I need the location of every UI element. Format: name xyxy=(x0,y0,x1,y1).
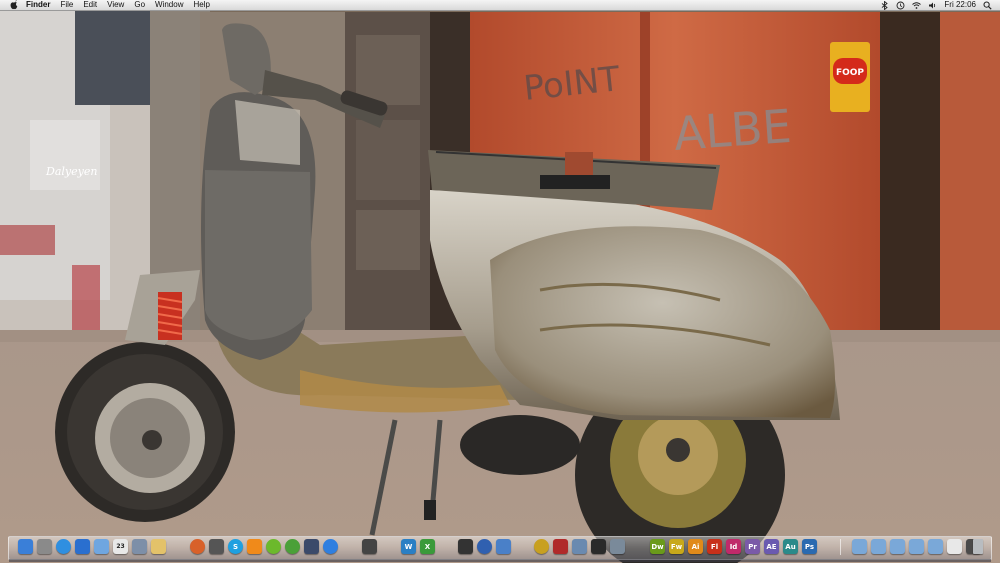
illustrator-icon[interactable]: Ai xyxy=(688,539,703,554)
folder-icon[interactable] xyxy=(909,539,924,554)
poster-text: FOOP xyxy=(836,68,864,78)
vlc-icon[interactable] xyxy=(247,539,262,554)
indesign-icon[interactable]: Id xyxy=(726,539,741,554)
calendar-icon[interactable]: 23 xyxy=(113,539,128,554)
word-icon[interactable]: W xyxy=(401,539,416,554)
premiere-icon[interactable]: Pr xyxy=(745,539,760,554)
excel-icon[interactable]: X xyxy=(420,539,435,554)
flash-icon[interactable]: Fl xyxy=(707,539,722,554)
iphoto-icon[interactable] xyxy=(572,539,587,554)
keychain-icon[interactable] xyxy=(534,539,549,554)
photoshop-icon[interactable]: Ps xyxy=(802,539,817,554)
app-store-icon[interactable] xyxy=(323,539,338,554)
menu-go[interactable]: Go xyxy=(134,0,145,10)
menu-file[interactable]: File xyxy=(60,0,73,10)
document-icon[interactable] xyxy=(947,539,962,554)
network-icon[interactable] xyxy=(477,539,492,554)
preview-icon[interactable] xyxy=(132,539,147,554)
menu-help[interactable]: Help xyxy=(193,0,209,10)
fireworks-icon[interactable]: Fw xyxy=(669,539,684,554)
terminal-icon[interactable] xyxy=(362,539,377,554)
dock-separator xyxy=(840,539,841,555)
wifi-icon[interactable] xyxy=(912,1,922,10)
xcode-icon[interactable] xyxy=(496,539,511,554)
menu-app-finder[interactable]: Finder xyxy=(26,0,50,10)
finder-icon[interactable] xyxy=(18,539,33,554)
itunes-icon[interactable] xyxy=(75,539,90,554)
movie-icon[interactable] xyxy=(458,539,473,554)
spotify-icon[interactable] xyxy=(266,539,281,554)
utorrent-icon[interactable] xyxy=(285,539,300,554)
system-preferences-icon[interactable] xyxy=(37,539,52,554)
safari-icon[interactable] xyxy=(56,539,71,554)
photo-booth-icon[interactable] xyxy=(553,539,568,554)
messenger-icon[interactable] xyxy=(304,539,319,554)
folder-icon[interactable] xyxy=(890,539,905,554)
dreamweaver-icon[interactable]: Dw xyxy=(650,539,665,554)
time-machine-icon[interactable] xyxy=(896,1,905,10)
menu-edit[interactable]: Edit xyxy=(83,0,97,10)
after-effects-icon[interactable]: AE xyxy=(764,539,779,554)
folder-icon[interactable] xyxy=(871,539,886,554)
skype-icon[interactable]: S xyxy=(228,539,243,554)
menu-view[interactable]: View xyxy=(107,0,124,10)
photographer-signature: Dalyeyen xyxy=(45,165,97,178)
notes-icon[interactable] xyxy=(151,539,166,554)
utilities-icon[interactable] xyxy=(610,539,625,554)
bluetooth-icon[interactable] xyxy=(880,0,889,10)
apple-icon[interactable] xyxy=(9,0,19,10)
menu-bar: Finder File Edit View Go Window Help Fri… xyxy=(0,0,1000,11)
menu-extras: Fri 22:06 xyxy=(880,0,992,10)
activity-monitor-icon[interactable] xyxy=(591,539,606,554)
folder-icon[interactable] xyxy=(852,539,867,554)
mail-icon[interactable] xyxy=(94,539,109,554)
volume-icon[interactable] xyxy=(928,1,937,10)
desktop-wallpaper: PoINT ALBE FOOP Dalyeyen xyxy=(0,0,1000,563)
graffiti-right: ALBE xyxy=(672,99,793,161)
menu-window[interactable]: Window xyxy=(155,0,183,10)
camera-icon[interactable] xyxy=(209,539,224,554)
audition-icon[interactable]: Au xyxy=(783,539,798,554)
spotlight-search-icon[interactable] xyxy=(983,1,992,10)
firefox-icon[interactable] xyxy=(190,539,205,554)
menu-clock[interactable]: Fri 22:06 xyxy=(944,0,976,10)
folder-icon[interactable] xyxy=(928,539,943,554)
trash-icon[interactable] xyxy=(973,539,983,554)
